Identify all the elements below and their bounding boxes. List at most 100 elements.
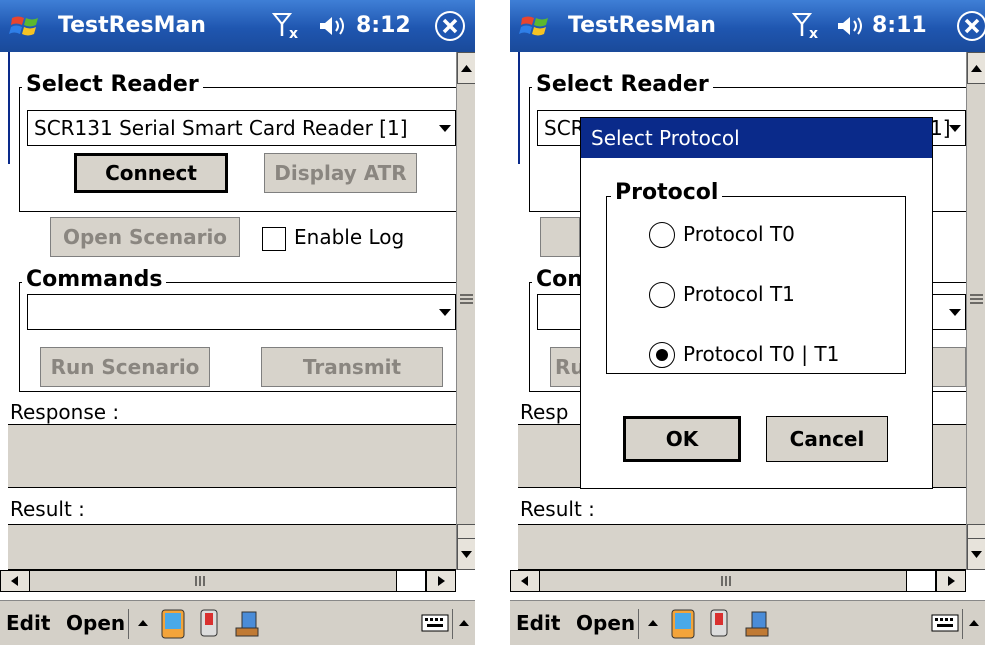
radio-protocol-t1[interactable] bbox=[649, 282, 675, 308]
keyboard-icon[interactable] bbox=[930, 608, 960, 638]
triangle-left-icon bbox=[11, 576, 18, 586]
menu-edit[interactable]: Edit bbox=[6, 611, 50, 635]
reader-device-icon[interactable] bbox=[232, 608, 264, 640]
horizontal-scrollbar[interactable] bbox=[510, 570, 966, 592]
scroll-left-button[interactable] bbox=[0, 571, 30, 591]
response-label: Resp bbox=[520, 400, 569, 424]
scroll-grip-icon[interactable] bbox=[457, 292, 475, 306]
triangle-up-icon bbox=[971, 65, 982, 72]
result-field[interactable] bbox=[518, 524, 966, 570]
windows-start-icon[interactable] bbox=[518, 9, 552, 43]
scroll-thumb[interactable] bbox=[396, 571, 426, 591]
scroll-grip-icon[interactable] bbox=[967, 292, 985, 306]
smart-card-icon[interactable] bbox=[709, 608, 729, 640]
scroll-down-button[interactable] bbox=[967, 538, 985, 570]
scroll-left-button[interactable] bbox=[510, 571, 540, 591]
result-label: Result : bbox=[10, 497, 85, 521]
title-bar: TestResMan x 8:11 bbox=[510, 0, 985, 52]
display-atr-button[interactable]: Display ATR bbox=[264, 153, 417, 193]
scroll-thumb[interactable] bbox=[457, 524, 475, 538]
keyboard-icon[interactable] bbox=[420, 608, 450, 638]
svg-text:x: x bbox=[289, 26, 298, 40]
enable-log-label: Enable Log bbox=[294, 225, 405, 249]
reader-device-icon[interactable] bbox=[742, 608, 774, 640]
caret-up-icon[interactable] bbox=[455, 608, 473, 638]
scroll-right-button[interactable] bbox=[426, 571, 456, 591]
scroll-grip-icon[interactable] bbox=[190, 574, 210, 588]
radio-label: Protocol T1 bbox=[683, 282, 795, 306]
triangle-up-icon bbox=[461, 65, 472, 72]
dialog-title: Select Protocol bbox=[581, 118, 932, 158]
separator bbox=[638, 609, 639, 639]
radio-protocol-t0-t1[interactable] bbox=[649, 342, 675, 368]
scroll-right-button[interactable] bbox=[936, 571, 966, 591]
focus-marker bbox=[518, 52, 520, 164]
radio-label: Protocol T0 | T1 bbox=[683, 342, 840, 366]
vertical-scrollbar[interactable] bbox=[456, 52, 475, 570]
run-scenario-button[interactable]: Run Scenario bbox=[40, 347, 210, 387]
select-reader-group bbox=[19, 87, 456, 212]
response-label: Response : bbox=[10, 400, 120, 424]
caret-up-icon[interactable] bbox=[134, 608, 152, 638]
close-icon[interactable] bbox=[434, 10, 466, 42]
triangle-right-icon bbox=[438, 576, 445, 586]
clock[interactable]: 8:12 bbox=[356, 13, 411, 38]
command-select[interactable] bbox=[27, 294, 456, 330]
scroll-up-button[interactable] bbox=[967, 52, 985, 84]
menu-edit[interactable]: Edit bbox=[516, 611, 560, 635]
open-scenario-button[interactable]: Open Scenario bbox=[50, 217, 240, 257]
connect-button[interactable]: Connect bbox=[74, 153, 228, 193]
chevron-down-icon bbox=[949, 309, 961, 316]
separator bbox=[452, 609, 453, 639]
scroll-thumb[interactable] bbox=[967, 524, 985, 538]
windows-start-icon[interactable] bbox=[8, 9, 42, 43]
smart-card-icon[interactable] bbox=[199, 608, 219, 640]
menu-bar: Edit Open bbox=[0, 600, 475, 645]
menu-open[interactable]: Open bbox=[576, 611, 635, 635]
app-title: TestResMan bbox=[568, 13, 716, 38]
transmit-button[interactable]: Transmit bbox=[261, 347, 443, 387]
speaker-icon[interactable] bbox=[836, 13, 866, 39]
reader-select[interactable]: SCR131 Serial Smart Card Reader [1] bbox=[27, 110, 456, 146]
app-title: TestResMan bbox=[58, 13, 206, 38]
close-icon[interactable] bbox=[956, 10, 985, 42]
title-bar: TestResMan x 8:12 bbox=[0, 0, 475, 52]
scroll-grip-icon[interactable] bbox=[716, 574, 736, 588]
clock[interactable]: 8:11 bbox=[872, 13, 927, 38]
commands-label: Con bbox=[532, 267, 587, 292]
response-field[interactable] bbox=[8, 424, 456, 488]
select-reader-label: Select Reader bbox=[22, 72, 203, 97]
caret-up-icon[interactable] bbox=[644, 608, 662, 638]
scroll-thumb[interactable] bbox=[906, 571, 936, 591]
form-content: Select Reader SCR131 Serial Smart Card R… bbox=[0, 52, 456, 570]
reader-select-value: SCR131 Serial Smart Card Reader [1] bbox=[34, 116, 408, 140]
horizontal-scrollbar[interactable] bbox=[0, 570, 456, 592]
sim-card-icon[interactable] bbox=[160, 608, 186, 640]
scroll-down-button[interactable] bbox=[457, 538, 475, 570]
cancel-button[interactable]: Cancel bbox=[766, 416, 888, 462]
screen-left: TestResMan x 8:12 Select Reader SCR131 S… bbox=[0, 0, 475, 645]
open-scenario-button[interactable] bbox=[540, 217, 580, 257]
speaker-icon[interactable] bbox=[318, 13, 348, 39]
form-content: Select Reader SCR 1] Con Ru Resp Result … bbox=[510, 52, 966, 570]
no-signal-icon[interactable]: x bbox=[272, 10, 306, 40]
scroll-up-button[interactable] bbox=[457, 52, 475, 84]
menu-bar: Edit Open bbox=[510, 600, 985, 645]
transmit-button[interactable] bbox=[930, 347, 966, 387]
no-signal-icon[interactable]: x bbox=[792, 10, 826, 40]
ok-button[interactable]: OK bbox=[623, 416, 741, 462]
enable-log-checkbox[interactable] bbox=[262, 227, 286, 251]
chevron-down-icon bbox=[439, 309, 451, 316]
caret-up-icon[interactable] bbox=[965, 608, 983, 638]
svg-text:x: x bbox=[809, 26, 818, 40]
reader-select-value: SCR bbox=[544, 116, 585, 140]
result-field[interactable] bbox=[8, 524, 456, 570]
vertical-scrollbar[interactable] bbox=[966, 52, 985, 570]
triangle-down-icon bbox=[461, 551, 472, 558]
radio-protocol-t0[interactable] bbox=[649, 222, 675, 248]
menu-open[interactable]: Open bbox=[66, 611, 125, 635]
select-protocol-dialog: Select Protocol Protocol Protocol T0 Pro… bbox=[580, 117, 933, 489]
reader-select-value-tail: 1] bbox=[930, 116, 951, 140]
separator bbox=[962, 609, 963, 639]
sim-card-icon[interactable] bbox=[670, 608, 696, 640]
